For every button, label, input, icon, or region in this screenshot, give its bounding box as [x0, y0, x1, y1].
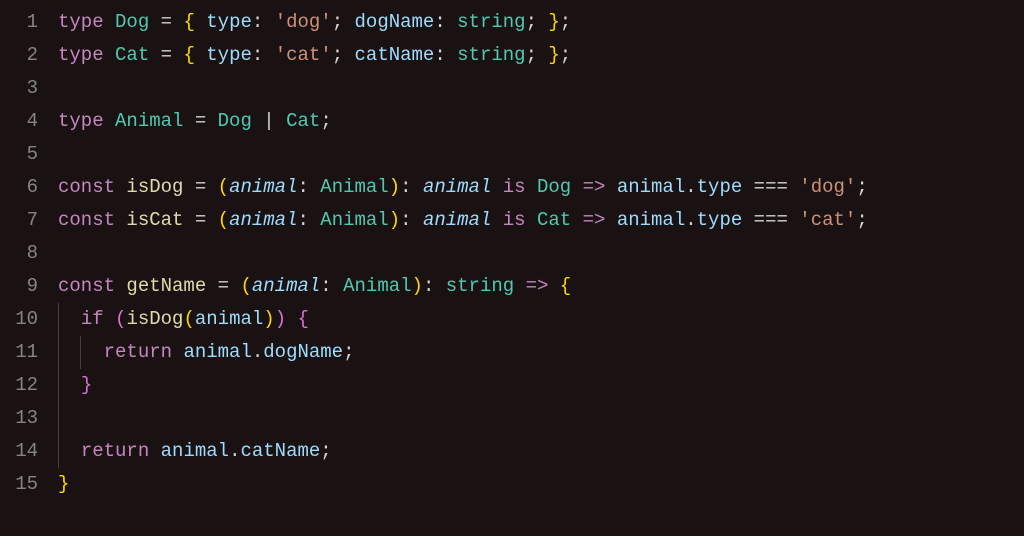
keyword: if [81, 308, 104, 330]
code-line[interactable] [58, 237, 1024, 270]
type-ref: Cat [286, 110, 320, 132]
line-number: 14 [0, 435, 38, 468]
keyword: return [104, 341, 172, 363]
open-brace: { [183, 11, 194, 33]
code-editor[interactable]: type Dog = { type: 'dog'; dogName: strin… [58, 0, 1024, 536]
code-line[interactable]: return animal.dogName; [58, 336, 1024, 369]
type-name: Dog [115, 11, 149, 33]
line-number: 9 [0, 270, 38, 303]
line-number: 10 [0, 303, 38, 336]
identifier: animal [617, 176, 685, 198]
prop-access: dogName [263, 341, 343, 363]
prop-name: dogName [355, 11, 435, 33]
keyword: type [58, 44, 104, 66]
code-line[interactable]: } [58, 369, 1024, 402]
type-ref: string [457, 11, 525, 33]
code-line[interactable]: type Dog = { type: 'dog'; dogName: strin… [58, 6, 1024, 39]
line-number-gutter: 1 2 3 4 5 6 7 8 9 10 11 12 13 14 15 [0, 0, 58, 536]
prop-access: catName [240, 440, 320, 462]
line-number: 5 [0, 138, 38, 171]
string-literal: 'dog' [799, 176, 856, 198]
line-number: 15 [0, 468, 38, 501]
code-line[interactable]: type Cat = { type: 'cat'; catName: strin… [58, 39, 1024, 72]
line-number: 6 [0, 171, 38, 204]
line-number: 4 [0, 105, 38, 138]
line-number: 2 [0, 39, 38, 72]
open-brace: { [298, 308, 309, 330]
code-line[interactable]: const getName = (animal: Animal): string… [58, 270, 1024, 303]
line-number: 1 [0, 6, 38, 39]
code-line[interactable] [58, 402, 1024, 435]
arrow: => [583, 176, 606, 198]
prop-name: type [206, 11, 252, 33]
keyword: type [58, 11, 104, 33]
line-number: 11 [0, 336, 38, 369]
line-number: 13 [0, 402, 38, 435]
close-brace: } [58, 473, 69, 495]
code-line[interactable]: if (isDog(animal)) { [58, 303, 1024, 336]
keyword: const [58, 176, 115, 198]
line-number: 8 [0, 237, 38, 270]
line-number: 12 [0, 369, 38, 402]
function-name: isCat [126, 209, 183, 231]
code-line[interactable]: const isDog = (animal: Animal): animal i… [58, 171, 1024, 204]
close-brace: } [548, 11, 559, 33]
string-literal: 'dog' [275, 11, 332, 33]
code-line[interactable]: type Animal = Dog | Cat; [58, 105, 1024, 138]
line-number: 3 [0, 72, 38, 105]
code-line[interactable]: return animal.catName; [58, 435, 1024, 468]
keyword: return [81, 440, 149, 462]
function-name: getName [126, 275, 206, 297]
keyword: type [58, 110, 104, 132]
open-brace: { [560, 275, 571, 297]
code-line[interactable] [58, 138, 1024, 171]
string-literal: 'cat' [275, 44, 332, 66]
code-line[interactable] [58, 72, 1024, 105]
line-number: 7 [0, 204, 38, 237]
type-name: Animal [115, 110, 183, 132]
code-line[interactable]: } [58, 468, 1024, 501]
function-name: isDog [126, 176, 183, 198]
type-name: Cat [115, 44, 149, 66]
type-ref: Dog [218, 110, 252, 132]
param-name: animal [229, 176, 297, 198]
close-brace: } [81, 374, 92, 396]
function-call: isDog [126, 308, 183, 330]
string-literal: 'cat' [799, 209, 856, 231]
code-line[interactable]: const isCat = (animal: Animal): animal i… [58, 204, 1024, 237]
